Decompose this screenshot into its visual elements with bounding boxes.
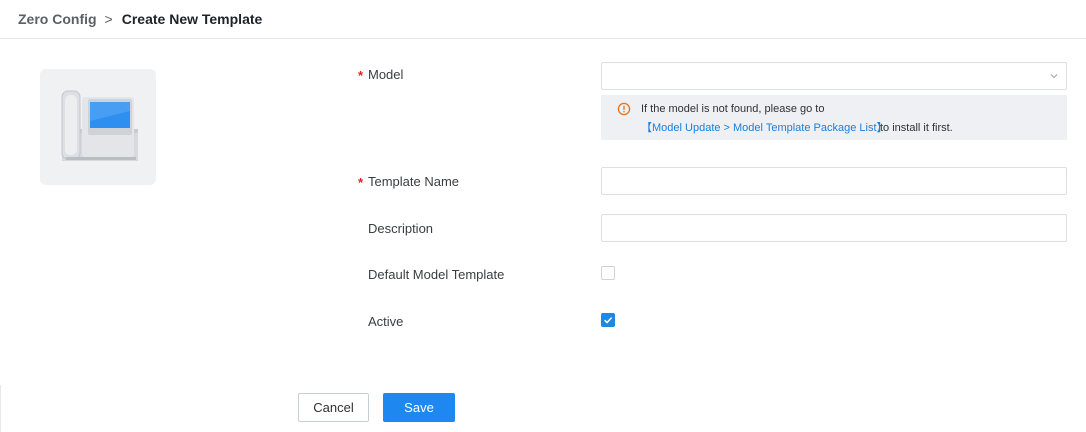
breadcrumb-zero-config[interactable]: Zero Config [18, 10, 97, 28]
model-required-mark: * [358, 68, 364, 83]
template-name-input[interactable] [601, 167, 1067, 195]
template-name-required-mark: * [358, 175, 364, 190]
template-name-label: Template Name [368, 174, 460, 189]
model-template-package-link[interactable]: 【Model Update > Model Template Package L… [641, 121, 888, 135]
notice-text-after-link: to install it first. [880, 122, 953, 134]
save-button[interactable]: Save [383, 393, 455, 422]
panel-edge [0, 385, 3, 432]
default-model-template-label: Default Model Template [368, 267, 505, 282]
page-header: Zero Config > Create New Template [0, 0, 1086, 39]
active-label: Active [368, 314, 404, 329]
chevron-down-icon[interactable] [1048, 70, 1060, 82]
model-label: Model [368, 67, 404, 82]
notice-text: If the model is not found, please go to [641, 103, 825, 115]
desk-phone-icon [61, 90, 138, 161]
description-label: Description [368, 221, 434, 236]
create-template-page: Zero Config > Create New Template * Mode… [0, 0, 1086, 432]
default-model-template-checkbox[interactable] [601, 266, 615, 280]
checkmark-icon [604, 317, 613, 324]
cancel-button[interactable]: Cancel [298, 393, 369, 422]
model-select[interactable] [601, 62, 1067, 90]
description-input[interactable] [601, 214, 1067, 242]
device-image [40, 69, 156, 185]
model-not-found-notice: If the model is not found, please go to … [601, 95, 1067, 140]
breadcrumb-separator: > [104, 11, 113, 27]
active-checkbox[interactable] [601, 313, 615, 327]
breadcrumb: Zero Config > Create New Template [18, 10, 262, 28]
warning-circle-icon [617, 102, 631, 116]
page-title: Create New Template [121, 11, 263, 27]
